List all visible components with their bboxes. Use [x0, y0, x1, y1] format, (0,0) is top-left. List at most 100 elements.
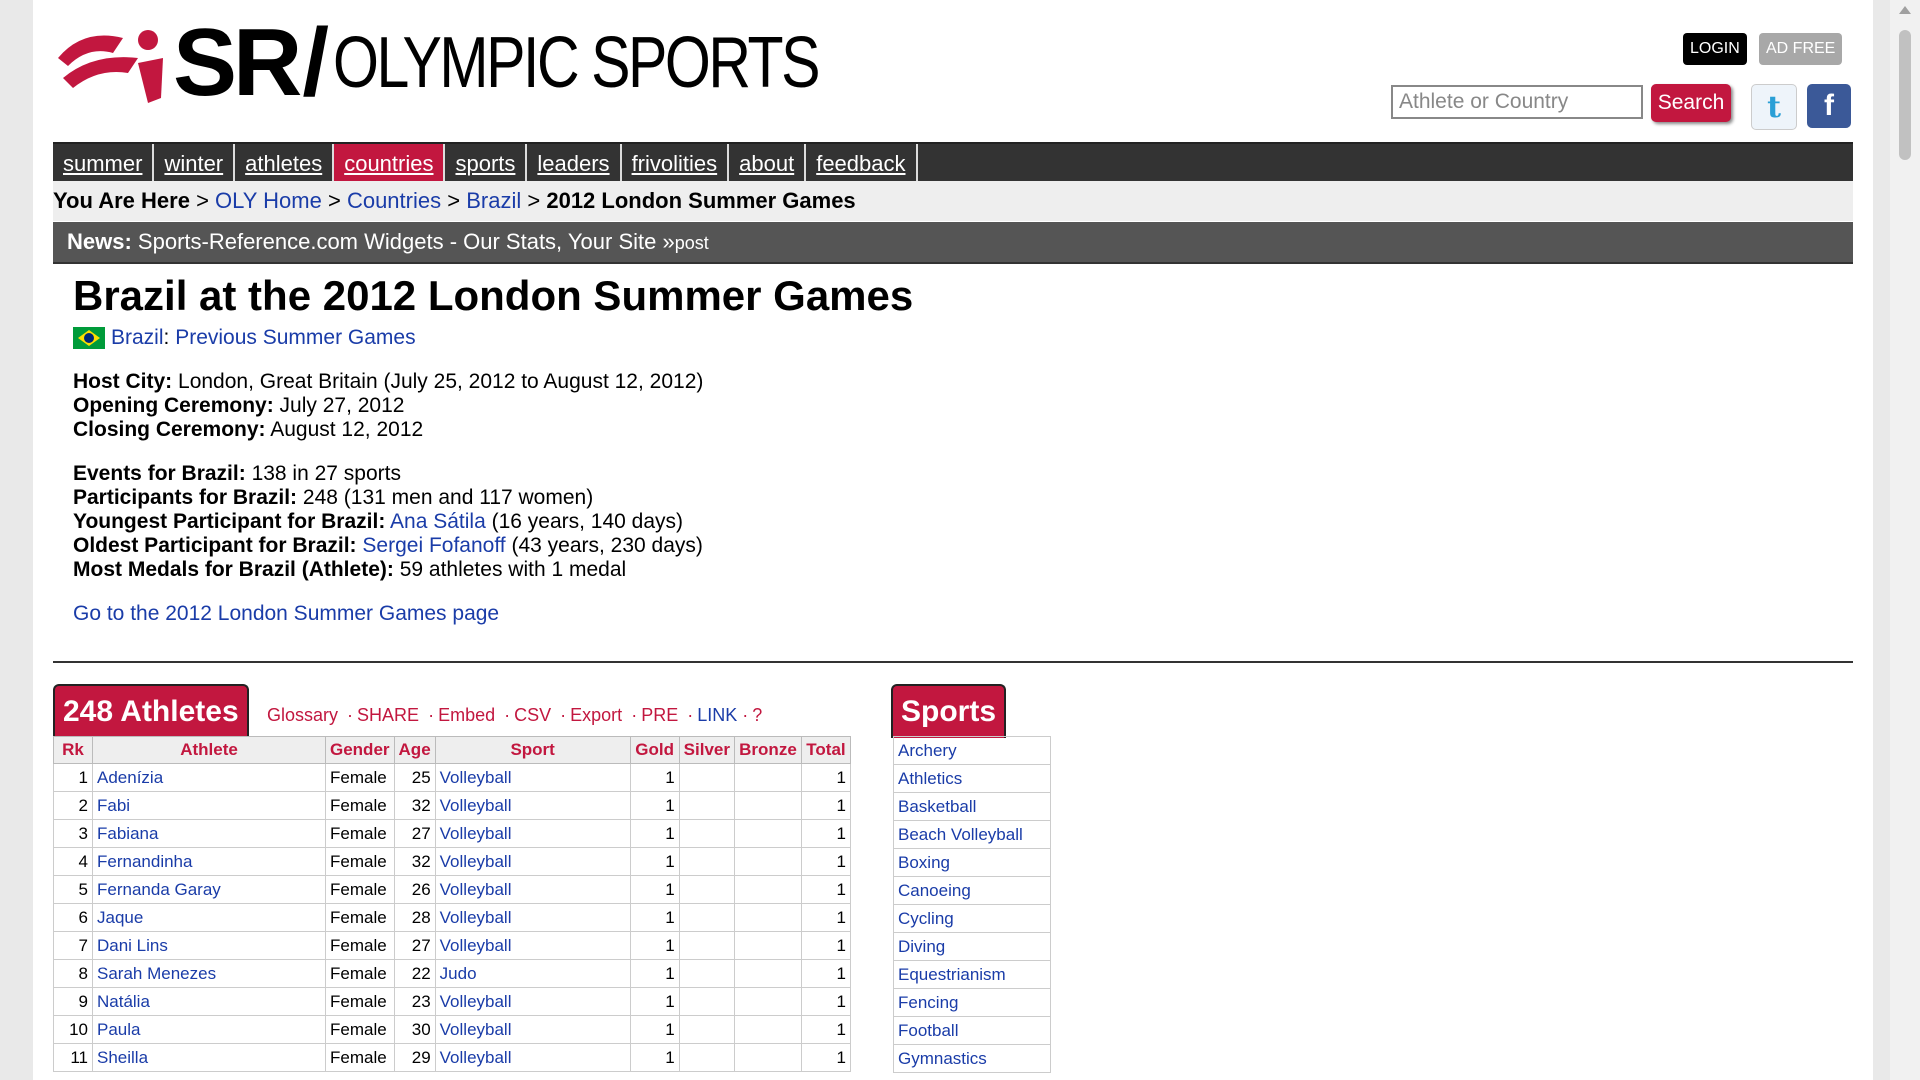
site-logo[interactable]: SR / OLYMPIC SPORTS	[53, 9, 925, 116]
scroll-up-arrow-icon[interactable]	[1899, 6, 1911, 14]
nav-about[interactable]: about	[729, 144, 807, 183]
nav-leaders[interactable]: leaders	[527, 144, 622, 183]
athlete-cell: Fabi	[92, 791, 326, 820]
sport-link[interactable]: Volleyball	[440, 908, 512, 927]
search-input[interactable]	[1391, 85, 1643, 119]
sport-link[interactable]: Judo	[440, 964, 477, 983]
nav-frivolities[interactable]: frivolities	[622, 144, 730, 183]
twitter-icon[interactable]: t	[1751, 84, 1797, 130]
sport-list-link[interactable]: Boxing	[898, 853, 950, 872]
age-cell: 32	[393, 847, 436, 876]
sport-link[interactable]: Volleyball	[440, 852, 512, 871]
athlete-link[interactable]: Adenízia	[97, 768, 163, 787]
sport-list-link[interactable]: Athletics	[898, 769, 962, 788]
col-gender[interactable]: Gender	[325, 736, 395, 764]
scrollbar-thumb[interactable]	[1899, 30, 1911, 160]
silver-cell	[678, 959, 735, 988]
nav-athletes[interactable]: athletes	[235, 144, 335, 183]
nav-sports[interactable]: sports	[445, 144, 528, 183]
rk-cell: 6	[53, 903, 93, 932]
col-age[interactable]: Age	[393, 736, 436, 764]
country-link[interactable]: Brazil	[111, 326, 164, 350]
tool-separator: ·	[347, 705, 354, 725]
rk-cell: 10	[53, 1015, 93, 1044]
export-link[interactable]: Export	[570, 705, 622, 725]
total-cell: 1	[800, 987, 851, 1016]
sport-row: Basketball	[893, 792, 1051, 821]
col-gold[interactable]: Gold	[629, 736, 680, 764]
nav-summer[interactable]: summer	[53, 144, 155, 183]
breadcrumb-brazil[interactable]: Brazil	[466, 188, 521, 213]
games-page-link[interactable]: Go to the 2012 London Summer Games page	[73, 602, 499, 625]
sport-link[interactable]: Volleyball	[440, 824, 512, 843]
breadcrumb-prefix: You Are Here	[53, 188, 190, 213]
previous-games-link[interactable]: Previous Summer Games	[175, 326, 415, 350]
sport-link[interactable]: Volleyball	[440, 1048, 512, 1067]
nav-feedback[interactable]: feedback	[806, 144, 918, 183]
silver-cell	[678, 1043, 735, 1072]
sport-list-link[interactable]: Equestrianism	[898, 965, 1006, 984]
nav-countries[interactable]: countries	[334, 144, 446, 183]
athlete-link[interactable]: Fernandinha	[97, 852, 192, 871]
sport-list-link[interactable]: Diving	[898, 937, 945, 956]
news-link[interactable]: Sports-Reference.com Widgets - Our Stats…	[138, 229, 656, 254]
col-bronze[interactable]: Bronze	[733, 736, 802, 764]
athletes-table-body: 1 Adenízia Female 25 Volleyball 1 1 2 Fabi Female…	[53, 763, 851, 1072]
csv-link[interactable]: CSV	[514, 705, 551, 725]
sport-list-link[interactable]: Canoeing	[898, 881, 971, 900]
pre-link[interactable]: PRE	[641, 705, 678, 725]
sport-link[interactable]: Volleyball	[440, 936, 512, 955]
sport-link[interactable]: Volleyball	[440, 1020, 512, 1039]
search-button[interactable]: Search	[1651, 84, 1731, 122]
sport-list-link[interactable]: Beach Volleyball	[898, 825, 1023, 844]
sport-list-link[interactable]: Fencing	[898, 993, 958, 1012]
glossary-link[interactable]: Glossary	[267, 705, 338, 725]
col-rk[interactable]: Rk	[53, 736, 93, 764]
sport-link[interactable]: Volleyball	[440, 768, 512, 787]
logo-slash: /	[302, 9, 330, 116]
facebook-icon[interactable]: f	[1807, 84, 1851, 128]
sport-link[interactable]: Volleyball	[440, 796, 512, 815]
athlete-link[interactable]: Jaque	[97, 908, 143, 927]
participants-value: 248 (131 men and 117 women)	[302, 486, 594, 509]
news-label: News:	[67, 229, 132, 254]
col-sport[interactable]: Sport	[434, 736, 631, 764]
permalink-link[interactable]: LINK	[697, 705, 737, 725]
athlete-link[interactable]: Fabiana	[97, 824, 158, 843]
athlete-link[interactable]: Fabi	[97, 796, 130, 815]
breadcrumb-countries[interactable]: Countries	[347, 188, 441, 213]
sport-list-link[interactable]: Basketball	[898, 797, 976, 816]
col-total[interactable]: Total	[800, 736, 851, 764]
login-button[interactable]: LOGIN	[1683, 33, 1747, 65]
breadcrumb-oly-home[interactable]: OLY Home	[215, 188, 322, 213]
col-silver[interactable]: Silver	[678, 736, 735, 764]
athlete-link[interactable]: Sarah Menezes	[97, 964, 216, 983]
athlete-link[interactable]: Sheilla	[97, 1048, 148, 1067]
total-cell: 1	[836, 767, 846, 787]
athlete-link[interactable]: Natália	[97, 992, 150, 1011]
embed-link[interactable]: Embed	[438, 705, 495, 725]
oldest-athlete-link[interactable]: Sergei Fofanoff	[362, 534, 505, 557]
gender-cell: Female	[330, 963, 387, 983]
athlete-link[interactable]: Fernanda Garay	[97, 880, 221, 899]
sport-list-link[interactable]: Gymnastics	[898, 1049, 987, 1068]
sport-list-link[interactable]: Archery	[898, 741, 957, 760]
ad-free-button[interactable]: AD FREE	[1759, 33, 1843, 65]
sport-link[interactable]: Volleyball	[440, 880, 512, 899]
events-label: Events for Brazil:	[73, 462, 246, 485]
nav-winter[interactable]: winter	[154, 144, 236, 183]
help-link[interactable]: ?	[752, 705, 762, 725]
col-athlete[interactable]: Athlete	[92, 736, 326, 764]
news-post-link[interactable]: post	[675, 233, 709, 253]
sport-list-link[interactable]: Football	[898, 1021, 958, 1040]
youngest-athlete-link[interactable]: Ana Sátila	[390, 510, 486, 533]
athlete-link[interactable]: Paula	[97, 1020, 140, 1039]
share-link[interactable]: SHARE	[357, 705, 419, 725]
athlete-link[interactable]: Dani Lins	[97, 936, 168, 955]
gold-cell: 1	[629, 959, 680, 988]
gold-cell: 1	[665, 879, 675, 899]
sport-link[interactable]: Volleyball	[440, 992, 512, 1011]
vertical-scrollbar[interactable]	[1890, 0, 1920, 1080]
sport-list-link[interactable]: Cycling	[898, 909, 954, 928]
gender-cell: Female	[325, 1015, 395, 1044]
